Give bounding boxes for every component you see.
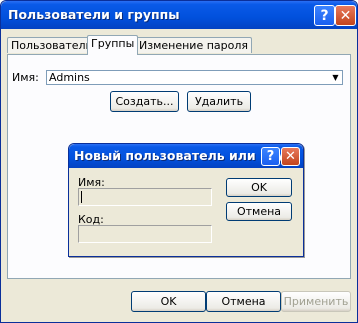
ok-button[interactable]: OK bbox=[131, 291, 206, 312]
apply-button[interactable]: Применить bbox=[281, 291, 351, 312]
window-titlebar[interactable]: Пользователи и группы ? ✕ bbox=[1, 1, 357, 29]
close-icon[interactable]: ✕ bbox=[335, 5, 356, 26]
dialog-code-field[interactable] bbox=[78, 225, 212, 243]
group-name-label: Имя: bbox=[12, 71, 39, 84]
create-button[interactable]: Создать... bbox=[110, 91, 179, 112]
dialog-help-icon[interactable]: ? bbox=[261, 147, 280, 166]
tab-change-password[interactable]: Изменение пароля bbox=[135, 37, 253, 53]
dialog-titlebar[interactable]: Новый пользователь или гру... ? ✕ bbox=[69, 144, 303, 168]
group-name-value: Admins bbox=[49, 71, 90, 84]
tab-users[interactable]: Пользователи bbox=[7, 37, 97, 53]
help-icon[interactable]: ? bbox=[314, 5, 335, 26]
group-name-select[interactable]: Admins ▼ bbox=[46, 70, 343, 85]
dialog-ok-button[interactable]: OK bbox=[226, 178, 292, 197]
dialog-cancel-button[interactable]: Отмена bbox=[226, 202, 292, 221]
chevron-down-icon[interactable]: ▼ bbox=[330, 72, 341, 83]
dialog-name-field[interactable] bbox=[78, 188, 212, 206]
window-title: Пользователи и группы bbox=[8, 7, 180, 22]
delete-button[interactable]: Удалить bbox=[187, 91, 251, 112]
users-groups-window: Пользователи и группы ? ✕ Пользователи Г… bbox=[0, 0, 358, 323]
dialog-close-icon[interactable]: ✕ bbox=[281, 147, 300, 166]
text-caret bbox=[81, 191, 82, 203]
tab-groups[interactable]: Группы bbox=[87, 35, 139, 55]
new-user-dialog: Новый пользователь или гру... ? ✕ Имя: К… bbox=[68, 143, 304, 257]
cancel-button[interactable]: Отмена bbox=[206, 291, 281, 312]
